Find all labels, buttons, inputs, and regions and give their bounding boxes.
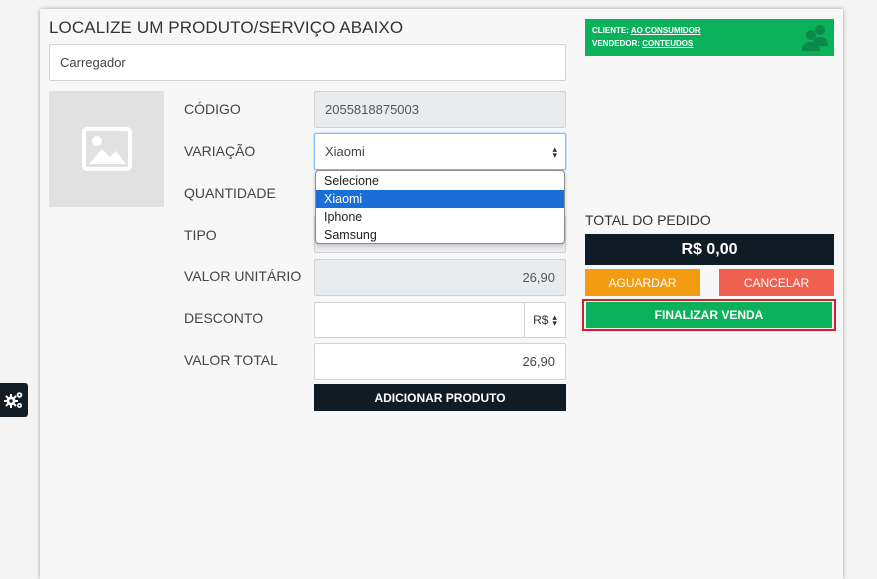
label-desconto: DESCONTO <box>184 310 264 326</box>
client-line: CLIENTE: AO CONSUMIDOR <box>592 25 834 38</box>
sort-arrows-icon: ▴ ▾ <box>552 143 557 160</box>
order-total-value: R$ 0,00 <box>585 234 834 265</box>
seller-link[interactable]: CONTEUDOS <box>642 39 693 48</box>
variacao-option-selected[interactable]: Xiaomi <box>316 190 564 208</box>
label-codigo: CÓDIGO <box>184 101 241 117</box>
page-title: LOCALIZE UM PRODUTO/SERVIÇO ABAIXO <box>49 18 404 37</box>
client-label: CLIENTE: <box>592 26 629 35</box>
desconto-currency-select[interactable]: R$ ▴ ▾ <box>524 302 566 338</box>
add-product-button[interactable]: ADICIONAR PRODUTO <box>314 384 566 411</box>
label-valor-total: VALOR TOTAL <box>184 352 278 368</box>
seller-line: VENDEDOR: CONTEUDOS <box>592 38 834 51</box>
sort-arrows-icon: ▴ ▾ <box>552 312 557 328</box>
variacao-dropdown: Selecione Xiaomi Iphone Samsung <box>315 170 565 244</box>
seller-label: VENDEDOR: <box>592 38 641 48</box>
variacao-option[interactable]: Selecione <box>316 172 564 190</box>
valor-total-field: 26,90 <box>314 343 566 380</box>
users-icon <box>802 25 828 51</box>
gears-icon <box>4 392 23 408</box>
client-info-box: CLIENTE: AO CONSUMIDOR VENDEDOR: CONTEUD… <box>585 19 834 56</box>
variacao-option[interactable]: Iphone <box>316 208 564 226</box>
order-total-label: TOTAL DO PEDIDO <box>585 212 711 228</box>
label-quantidade: QUANTIDADE <box>184 185 276 201</box>
desconto-input[interactable] <box>314 302 525 338</box>
variacao-select[interactable]: Xiaomi ▴ ▾ <box>314 133 566 170</box>
label-tipo: TIPO <box>184 227 217 243</box>
valor-unitario-field: 26,90 <box>314 259 566 296</box>
label-variacao: VARIAÇÃO <box>184 143 256 159</box>
variacao-select-value: Xiaomi <box>325 144 365 159</box>
cancel-button[interactable]: CANCELAR <box>719 269 834 296</box>
variacao-option[interactable]: Samsung <box>316 226 564 243</box>
wait-button[interactable]: AGUARDAR <box>585 269 700 296</box>
label-valor-unitario: VALOR UNITÁRIO <box>184 268 302 284</box>
image-icon <box>81 127 132 171</box>
currency-label: R$ <box>533 313 549 327</box>
settings-button[interactable] <box>0 383 28 417</box>
finalize-sale-button[interactable]: FINALIZAR VENDA <box>586 302 832 328</box>
client-link[interactable]: AO CONSUMIDOR <box>631 26 701 35</box>
codigo-field: 2055818875003 <box>314 91 566 128</box>
product-search-input[interactable]: Carregador <box>49 44 566 81</box>
product-image-placeholder <box>49 91 164 207</box>
